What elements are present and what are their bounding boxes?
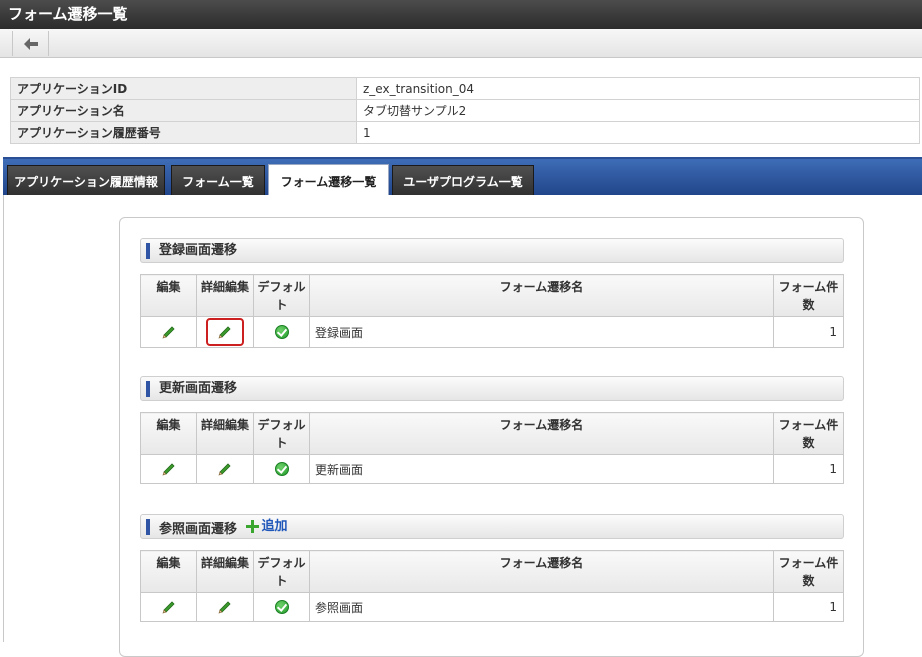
info-value: タブ切替サンプル2	[356, 99, 920, 122]
column-header-count: フォーム件数	[773, 274, 844, 317]
info-row-history-number: アプリケーション履歴番号 1	[10, 121, 920, 144]
highlighted-detail-edit	[206, 318, 244, 346]
section-header-update: 更新画面遷移	[140, 376, 844, 401]
edit-cell	[140, 316, 197, 348]
column-header-name: フォーム遷移名	[309, 550, 774, 593]
column-header-detail-edit: 詳細編集	[196, 550, 254, 593]
section-title: 参照画面遷移	[159, 522, 238, 537]
info-value: 1	[356, 121, 920, 144]
tab-content: 登録画面遷移 編集 詳細編集 デフォルト フォーム遷移名 フォーム件数 登録画面…	[3, 195, 922, 657]
table-row: 登録画面 1	[140, 316, 844, 348]
default-cell	[253, 592, 310, 622]
transition-name: 登録画面	[309, 316, 774, 348]
section-title: 更新画面遷移	[159, 381, 238, 396]
arrow-left-icon	[23, 37, 38, 50]
tab-user-program-list[interactable]: ユーザプログラム一覧	[392, 165, 534, 197]
detail-edit-cell	[196, 316, 254, 348]
form-count: 1	[773, 316, 844, 348]
table-row: 更新画面 1	[140, 454, 844, 484]
info-label: アプリケーション名	[10, 99, 357, 122]
section-title: 登録画面遷移	[159, 243, 238, 258]
tab-form-transition-list[interactable]: フォーム遷移一覧	[268, 164, 389, 198]
detail-edit-cell	[196, 454, 254, 484]
check-circle-icon	[274, 600, 289, 615]
plus-icon	[245, 520, 259, 533]
form-count: 1	[773, 454, 844, 484]
column-header-detail-edit: 詳細編集	[196, 274, 254, 317]
tab-application-history[interactable]: アプリケーション履歴情報	[7, 165, 165, 197]
column-header-name: フォーム遷移名	[309, 274, 774, 317]
info-row-application-id: アプリケーションID z_ex_transition_04	[10, 77, 920, 100]
form-count: 1	[773, 592, 844, 622]
window-title: フォーム遷移一覧	[0, 0, 922, 29]
default-cell	[253, 454, 310, 484]
add-link[interactable]: 追加	[245, 515, 288, 538]
edit-cell	[140, 454, 197, 484]
tab-bar: アプリケーション履歴情報 フォーム一覧 フォーム遷移一覧 ユーザプログラム一覧	[3, 157, 922, 198]
table-header: 編集 詳細編集 デフォルト フォーム遷移名 フォーム件数	[140, 550, 844, 593]
column-header-default: デフォルト	[253, 550, 310, 593]
transition-table-register: 編集 詳細編集 デフォルト フォーム遷移名 フォーム件数 登録画面 1	[140, 274, 844, 348]
section-header-reference: 参照画面遷移 追加	[140, 514, 844, 539]
transition-panel: 登録画面遷移 編集 詳細編集 デフォルト フォーム遷移名 フォーム件数 登録画面…	[119, 217, 864, 657]
application-info-table: アプリケーションID z_ex_transition_04 アプリケーション名 …	[10, 77, 920, 144]
edit-cell	[140, 592, 197, 622]
info-row-application-name: アプリケーション名 タブ切替サンプル2	[10, 99, 920, 122]
column-header-edit: 編集	[140, 550, 197, 593]
toolbar	[0, 29, 922, 58]
pencil-icon[interactable]	[161, 324, 177, 340]
transition-table-reference: 編集 詳細編集 デフォルト フォーム遷移名 フォーム件数 参照画面 1	[140, 550, 844, 622]
column-header-edit: 編集	[140, 274, 197, 317]
pencil-icon[interactable]	[217, 599, 233, 615]
default-cell	[253, 316, 310, 348]
transition-table-update: 編集 詳細編集 デフォルト フォーム遷移名 フォーム件数 更新画面 1	[140, 412, 844, 484]
pencil-icon[interactable]	[217, 461, 233, 477]
info-value: z_ex_transition_04	[356, 77, 920, 100]
transition-name: 参照画面	[309, 592, 774, 622]
pencil-icon[interactable]	[161, 599, 177, 615]
column-header-count: フォーム件数	[773, 412, 844, 455]
column-header-detail-edit: 詳細編集	[196, 412, 254, 455]
pencil-icon[interactable]	[217, 324, 233, 340]
table-header: 編集 詳細編集 デフォルト フォーム遷移名 フォーム件数	[140, 412, 844, 455]
pencil-icon[interactable]	[161, 461, 177, 477]
check-circle-icon	[274, 325, 289, 340]
back-button[interactable]	[12, 31, 49, 56]
transition-name: 更新画面	[309, 454, 774, 484]
add-label: 追加	[261, 519, 288, 534]
info-label: アプリケーションID	[10, 77, 357, 100]
detail-edit-cell	[196, 592, 254, 622]
table-header: 編集 詳細編集 デフォルト フォーム遷移名 フォーム件数	[140, 274, 844, 317]
check-circle-icon	[274, 462, 289, 477]
column-header-count: フォーム件数	[773, 550, 844, 593]
section-header-register: 登録画面遷移	[140, 238, 844, 263]
table-row: 参照画面 1	[140, 592, 844, 622]
column-header-default: デフォルト	[253, 412, 310, 455]
column-header-name: フォーム遷移名	[309, 412, 774, 455]
column-header-default: デフォルト	[253, 274, 310, 317]
tab-form-list[interactable]: フォーム一覧	[171, 165, 265, 197]
column-header-edit: 編集	[140, 412, 197, 455]
info-label: アプリケーション履歴番号	[10, 121, 357, 144]
